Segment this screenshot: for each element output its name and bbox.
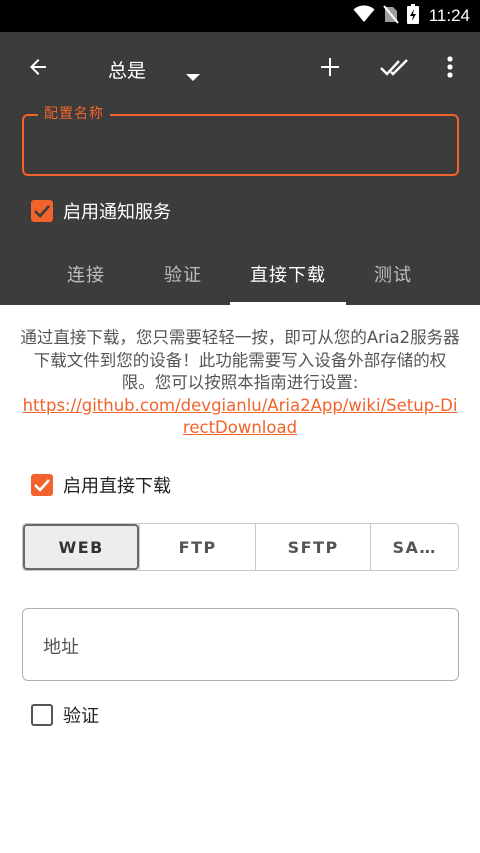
more-vertical-icon xyxy=(447,56,453,82)
toolbar-title: 总是 xyxy=(108,59,147,82)
enable-notifications-row[interactable]: 启用通知服务 xyxy=(31,198,171,224)
tab-connection[interactable]: 连接 xyxy=(39,243,133,305)
protocol-ftp-button[interactable]: FTP xyxy=(139,524,254,570)
address-placeholder: 地址 xyxy=(43,637,79,658)
done-all-button[interactable] xyxy=(372,47,420,91)
protocol-web-button[interactable]: WEB xyxy=(23,524,140,570)
app-header: 总是 配置名称 启用通知服务 连接 验证 直接下载 测试 xyxy=(0,32,480,305)
address-input[interactable]: 地址 xyxy=(22,608,459,681)
enable-notifications-label: 启用通知服务 xyxy=(63,202,171,223)
arrow-left-icon xyxy=(26,55,50,83)
description-text: 通过直接下载，您只需要轻轻一按，即可从您的Aria2服务器下载文件到您的设备！此… xyxy=(20,328,460,392)
no-sim-icon xyxy=(382,4,399,28)
protocol-samba-button[interactable]: SA… xyxy=(370,524,458,570)
status-time: 11:24 xyxy=(428,6,470,25)
enable-direct-download-checkbox[interactable] xyxy=(31,474,53,496)
enable-notifications-checkbox[interactable] xyxy=(31,200,53,222)
auth-row[interactable]: 验证 xyxy=(31,702,99,728)
caret-down-icon xyxy=(186,65,200,87)
wifi-icon xyxy=(353,5,375,27)
tab-direct-download[interactable]: 直接下载 xyxy=(230,243,346,305)
direct-download-panel: 通过直接下载，您只需要轻轻一按，即可从您的Aria2服务器下载文件到您的设备！此… xyxy=(0,305,480,853)
plus-icon xyxy=(319,56,341,82)
add-button[interactable] xyxy=(306,47,354,91)
overflow-menu-button[interactable] xyxy=(428,47,472,91)
direct-download-description: 通过直接下载，您只需要轻轻一按，即可从您的Aria2服务器下载文件到您的设备！此… xyxy=(20,327,460,440)
tab-test[interactable]: 测试 xyxy=(346,243,440,305)
enable-direct-download-row[interactable]: 启用直接下载 xyxy=(31,472,171,498)
profile-name-label: 配置名称 xyxy=(38,104,110,124)
title-dropdown[interactable]: 总是 xyxy=(108,52,200,86)
protocol-sftp-button[interactable]: SFTP xyxy=(254,524,370,570)
tab-authentication[interactable]: 验证 xyxy=(136,243,230,305)
battery-charging-icon xyxy=(406,4,419,28)
setup-guide-link[interactable]: https://github.com/devgianlu/Aria2App/wi… xyxy=(23,396,458,438)
auth-label: 验证 xyxy=(63,706,99,727)
back-button[interactable] xyxy=(14,47,62,91)
enable-direct-download-label: 启用直接下载 xyxy=(63,476,171,497)
toolbar: 总是 xyxy=(0,32,480,106)
protocol-selector: WEB FTP SFTP SA… xyxy=(22,523,459,571)
status-icons: 11:24 xyxy=(353,0,470,32)
auth-checkbox[interactable] xyxy=(31,704,53,726)
double-check-icon xyxy=(380,57,412,81)
tab-bar: 连接 验证 直接下载 测试 xyxy=(0,243,480,305)
status-bar: 11:24 xyxy=(0,0,480,32)
profile-name-field[interactable]: 配置名称 xyxy=(22,104,459,176)
